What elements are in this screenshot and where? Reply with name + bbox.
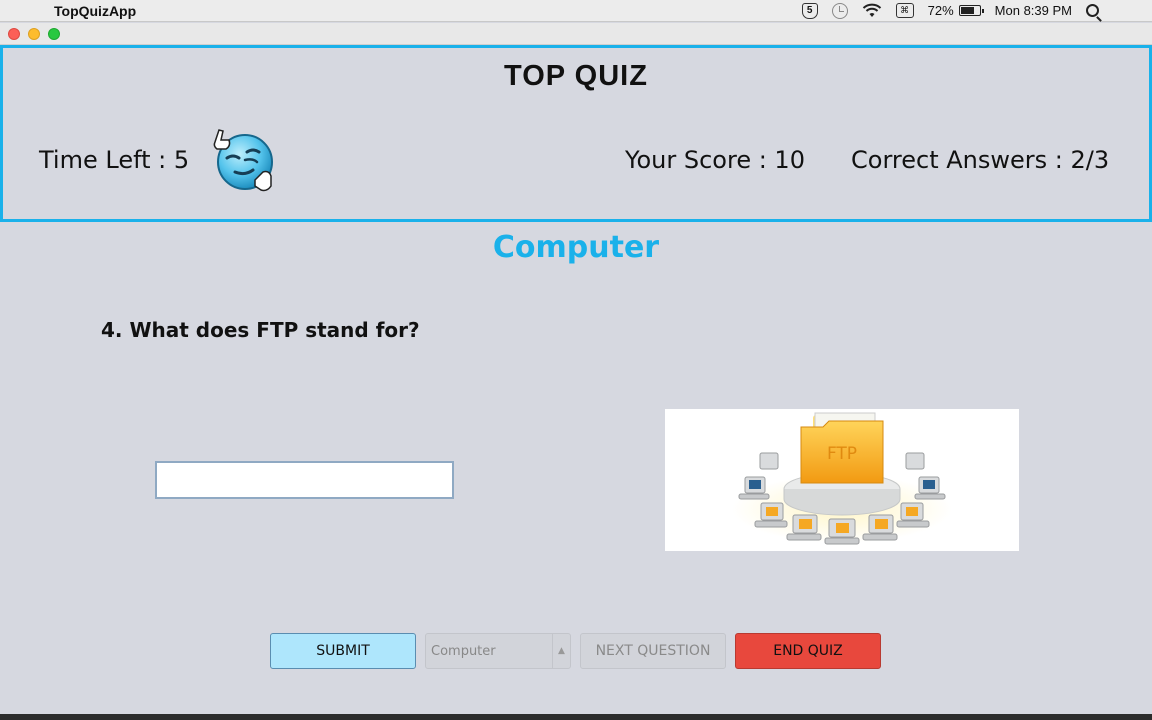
maximize-window-button[interactable] — [48, 28, 60, 40]
battery-status[interactable]: 72% — [927, 3, 984, 19]
submit-button[interactable]: SUBMIT — [270, 633, 416, 669]
keyboard-icon[interactable]: ⌘ — [895, 3, 914, 18]
category-select-value: Computer — [431, 644, 496, 659]
time-machine-icon[interactable] — [831, 2, 848, 19]
clock[interactable]: Mon 8:39 PM — [995, 3, 1072, 19]
end-quiz-button[interactable]: END QUIZ — [735, 633, 881, 669]
ftp-illustration: FTP — [665, 409, 1019, 551]
search-icon[interactable] — [1086, 4, 1099, 17]
close-window-button[interactable] — [8, 28, 20, 40]
category-select[interactable]: Computer ▲ — [425, 633, 571, 669]
score-label: Your Score : 10 — [625, 146, 805, 174]
battery-icon — [958, 5, 984, 16]
question-text: 4. What does FTP stand for? — [101, 318, 420, 342]
next-question-button[interactable]: NEXT QUESTION — [580, 633, 726, 669]
minimize-window-button[interactable] — [28, 28, 40, 40]
window-titlebar — [0, 23, 1152, 45]
app-menu-name[interactable]: TopQuizApp — [54, 3, 136, 19]
correct-answers-label: Correct Answers : 2/3 — [851, 146, 1110, 174]
answer-input[interactable] — [155, 461, 454, 499]
status-area: 5 ⌘ 72% Mon 8:39 PM — [801, 2, 1130, 19]
quiz-header: TOP QUIZ Time Left : 5 Your Score : 10 C… — [0, 45, 1152, 222]
window-bottom-edge — [0, 714, 1152, 720]
menu-list-icon[interactable] — [1113, 4, 1130, 17]
chevron-down-icon[interactable]: ▲ — [552, 634, 570, 668]
badge-5-icon[interactable]: 5 — [801, 2, 818, 19]
thinking-emoji-icon — [209, 128, 281, 198]
battery-percent: 72% — [927, 3, 954, 18]
ftp-image-label: FTP — [827, 444, 857, 464]
page-title: TOP QUIZ — [504, 60, 648, 92]
category-title: Computer — [492, 230, 660, 265]
wifi-icon[interactable] — [862, 3, 882, 19]
time-left-label: Time Left : 5 — [39, 146, 190, 174]
menu-bar: TopQuizApp 5 ⌘ 72% Mon 8:39 PM — [0, 0, 1152, 22]
